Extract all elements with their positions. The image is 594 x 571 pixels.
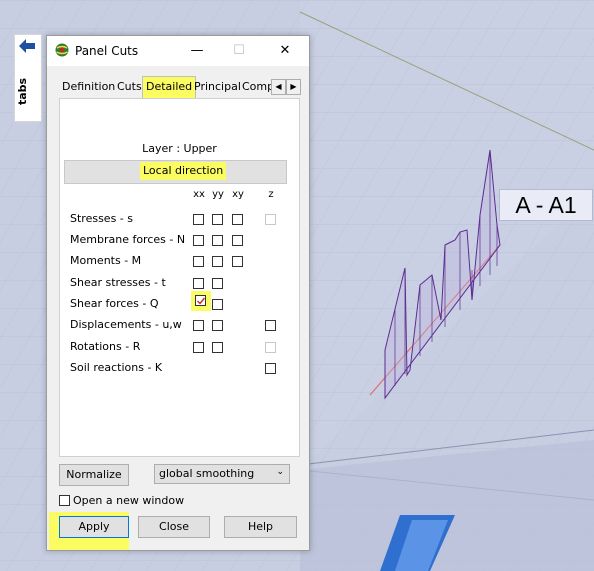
checkmark-icon [197,297,206,305]
side-tabs-panel[interactable]: tabs [14,34,42,122]
checkbox-displacements-yy[interactable] [212,320,223,331]
checkbox-shear-forces-yy[interactable] [212,299,223,310]
checkbox-rotations-xx[interactable] [193,342,204,353]
checkbox-shear-stresses-yy[interactable] [212,278,223,289]
checkbox-displacements-xx[interactable] [193,320,204,331]
row-label-moments: Moments - M [70,254,142,267]
checkbox-membrane-xx[interactable] [193,235,204,246]
tab-strip: Definition Cuts Detailed Principal Comp … [55,76,301,98]
column-header-xx: xx [193,189,205,200]
checkbox-shear-stresses-xx[interactable] [193,278,204,289]
layer-label: Layer : Upper [142,142,217,155]
checkbox-stresses-xy[interactable] [232,214,243,225]
checkbox-moments-xy[interactable] [232,256,243,267]
smoothing-select[interactable]: global smoothing ⌄ [154,464,290,484]
maximize-button[interactable]: ☐ [229,42,249,60]
row-label-shear-forces: Shear forces - Q [70,297,159,310]
checkbox-membrane-xy[interactable] [232,235,243,246]
arrow-left-icon[interactable] [19,39,35,53]
local-direction-button[interactable]: Local direction [64,160,287,184]
column-header-z: z [268,189,274,200]
tab-detailed[interactable]: Detailed [142,76,197,98]
checkbox-soil-reactions-z[interactable] [265,363,276,374]
panel-cuts-dialog: Panel Cuts — ☐ ✕ Definition Cuts Detaile… [46,35,310,551]
close-button[interactable]: Close [138,516,210,538]
dialog-title: Panel Cuts [75,44,139,58]
checkbox-rotations-yy[interactable] [212,342,223,353]
smoothing-value: global smoothing [159,467,255,480]
chevron-down-icon: ⌄ [276,467,284,477]
row-label-shear-stresses: Shear stresses - t [70,276,166,289]
normalize-button[interactable]: Normalize [59,464,129,486]
local-direction-label: Local direction [140,162,227,180]
globe-app-icon [55,43,69,57]
checkbox-stresses-xx[interactable] [193,214,204,225]
tab-comp[interactable]: Comp [239,78,271,96]
apply-button[interactable]: Apply [59,516,129,538]
row-label-stresses: Stresses - s [70,212,133,225]
checkbox-membrane-yy[interactable] [212,235,223,246]
tab-cuts[interactable]: Cuts [114,78,145,96]
help-button[interactable]: Help [224,516,297,538]
column-header-yy: yy [212,189,224,200]
tab-scroll-left-icon[interactable]: ◀ [271,79,286,95]
checkbox-moments-yy[interactable] [212,256,223,267]
checkbox-displacements-z[interactable] [265,320,276,331]
close-window-button[interactable]: ✕ [275,42,295,60]
detailed-panel: Layer : Upper Local direction xx yy xy z… [59,98,300,457]
checkbox-rotations-z [265,342,276,353]
row-label-displacements: Displacements - u,w [70,318,182,331]
tab-principal[interactable]: Principal [191,78,244,96]
row-label-soil-reactions: Soil reactions - K [70,361,163,374]
tab-definition[interactable]: Definition [59,78,118,96]
tabs-label: tabs [16,77,29,105]
column-header-xy: xy [232,189,244,200]
checkbox-stresses-z [265,214,276,225]
checkbox-shear-forces-xx[interactable] [195,295,206,306]
row-label-membrane-forces: Membrane forces - N [70,233,186,246]
open-new-window-checkbox[interactable] [59,495,70,506]
checkbox-moments-xx[interactable] [193,256,204,267]
minimize-button[interactable]: — [187,42,207,60]
row-label-rotations: Rotations - R [70,340,141,353]
open-new-window-label: Open a new window [73,494,185,507]
tab-scroll-right-icon[interactable]: ▶ [286,79,301,95]
checkbox-stresses-yy[interactable] [212,214,223,225]
title-bar[interactable]: Panel Cuts — ☐ ✕ [47,36,309,66]
section-label: A - A1 [499,189,593,221]
